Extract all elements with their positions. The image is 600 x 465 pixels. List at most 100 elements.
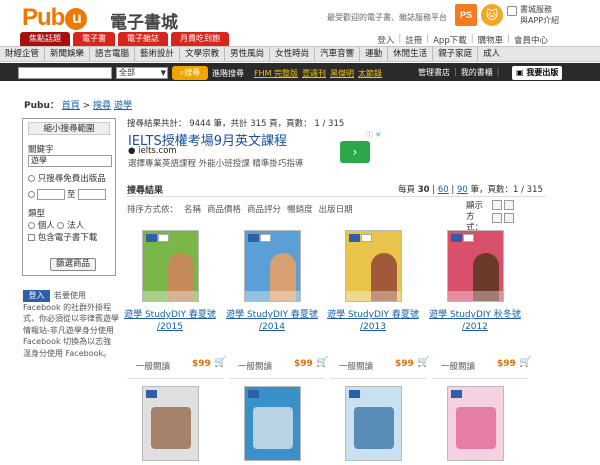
- promo-link[interactable]: 太節錄: [358, 68, 382, 79]
- logo-u-mark: u: [65, 8, 88, 30]
- category-item[interactable]: 男性風尚: [225, 47, 271, 61]
- service-link[interactable]: 書城服務 與APP介紹: [520, 4, 559, 26]
- product-title[interactable]: 遊學 StudyDIY 秋冬號 /2012: [425, 309, 525, 333]
- product-cover[interactable]: [345, 386, 402, 461]
- product-cover[interactable]: [345, 230, 402, 302]
- free-only-option[interactable]: 只搜尋免費出版品: [28, 172, 106, 184]
- add-to-cart-icon[interactable]: 🛒: [417, 357, 429, 368]
- register-link[interactable]: 註冊: [405, 34, 422, 46]
- category-item[interactable]: 汽車音響: [315, 47, 361, 61]
- radio-icon[interactable]: [28, 190, 35, 198]
- sort-rating[interactable]: 商品評分: [247, 203, 281, 215]
- detail-view-icon[interactable]: [504, 213, 514, 223]
- product-cover[interactable]: [142, 230, 199, 302]
- category-item[interactable]: 語言電腦: [90, 47, 136, 61]
- price-min-input[interactable]: [37, 188, 65, 200]
- service-line2: 與APP介紹: [520, 16, 560, 25]
- product-cover[interactable]: [447, 386, 504, 461]
- price-range-option[interactable]: 至: [28, 188, 106, 200]
- product-title[interactable]: 遊學 StudyDIY 春夏號 /2014: [222, 309, 322, 333]
- per-page-30[interactable]: 30: [418, 185, 430, 195]
- product-cover[interactable]: [447, 230, 504, 302]
- category-item[interactable]: 親子家庭: [433, 47, 479, 61]
- ebook-tag-icon: [248, 390, 259, 398]
- tab-ebook[interactable]: 電子書: [73, 32, 115, 46]
- search-input[interactable]: [18, 67, 112, 79]
- category-item[interactable]: 休閒生活: [388, 47, 434, 61]
- ad-info-icon[interactable]: ⓘ ✕: [366, 130, 381, 140]
- member-center-link[interactable]: 會員中心: [514, 34, 548, 46]
- advanced-search-link[interactable]: 進階搜尋: [212, 68, 244, 79]
- per-page-60[interactable]: 60: [438, 185, 449, 195]
- product-title[interactable]: 遊學 StudyDIY 春夏號 /2013: [323, 309, 423, 333]
- radio-icon[interactable]: [28, 222, 35, 229]
- tab-focus[interactable]: 焦點話題: [20, 32, 70, 46]
- sort-label: 排序方式依：: [127, 205, 179, 215]
- breadcrumb-home[interactable]: 首頁: [62, 101, 80, 111]
- category-item[interactable]: 女性時尚: [270, 47, 316, 61]
- category-item[interactable]: 藝術設計: [135, 47, 181, 61]
- my-bookshelf-link[interactable]: 我的書櫃: [461, 67, 493, 78]
- publish-label: 我要出版: [526, 68, 559, 77]
- add-to-cart-icon[interactable]: 🛒: [214, 357, 226, 368]
- breadcrumb-search[interactable]: 搜尋: [93, 101, 111, 111]
- breadcrumb-term[interactable]: 遊學: [114, 101, 132, 111]
- radio-icon[interactable]: [28, 175, 35, 182]
- category-item[interactable]: 成人: [478, 47, 505, 61]
- results-title: 搜尋結果: [127, 186, 164, 196]
- product-price: $99: [192, 359, 211, 369]
- publish-button[interactable]: ▣ 我要出版: [512, 66, 563, 80]
- include-ebook-option[interactable]: 包含電子書下載: [28, 231, 97, 243]
- grid-view-icon[interactable]: [492, 200, 502, 210]
- product-cover[interactable]: [142, 386, 199, 461]
- login-link[interactable]: 登入: [377, 34, 394, 46]
- category-item[interactable]: 財經企管: [0, 47, 46, 61]
- per-page-selector: 每頁 30 | 60 | 90 筆，頁數：1 / 315: [398, 185, 543, 195]
- per-page-90[interactable]: 90: [457, 185, 468, 195]
- manage-store-link[interactable]: 管理書店: [418, 67, 450, 78]
- sort-date[interactable]: 出版日期: [319, 203, 353, 215]
- category-item[interactable]: 新聞娛樂: [45, 47, 91, 61]
- facebook-login-button[interactable]: 登入: [23, 290, 50, 302]
- promo-link[interactable]: 壹週刊: [302, 68, 326, 79]
- divider: [432, 378, 528, 379]
- search-button[interactable]: ⌕搜尋: [172, 66, 208, 80]
- radio-icon[interactable]: [57, 222, 65, 229]
- divider: [127, 196, 546, 197]
- product-cover[interactable]: [244, 386, 301, 461]
- sort-price[interactable]: 商品價格: [207, 203, 241, 215]
- ad-url[interactable]: ● ielts.com: [128, 146, 177, 156]
- list-view-icon[interactable]: [504, 200, 514, 210]
- price-max-input[interactable]: [77, 188, 106, 200]
- cart-link[interactable]: 購物車: [478, 34, 504, 46]
- service-icon[interactable]: [507, 6, 517, 16]
- add-to-cart-icon[interactable]: 🛒: [519, 357, 531, 368]
- ebook-tag-icon: [349, 234, 360, 242]
- app-download-link[interactable]: App下載: [433, 34, 467, 46]
- logo-text: Pub: [22, 4, 65, 31]
- ps-badge-icon[interactable]: PS: [455, 4, 477, 26]
- sort-bestseller[interactable]: 暢銷度: [287, 203, 313, 215]
- product-cover[interactable]: [244, 230, 301, 302]
- mascot-icon[interactable]: 🐱: [481, 4, 503, 26]
- result-summary: 搜尋結果共計： 9444 筆，共計 315 頁，頁數： 1 / 315: [127, 119, 345, 129]
- product-title[interactable]: 遊學 StudyDIY 春夏號 /2015: [120, 309, 220, 333]
- tab-monthly[interactable]: 月費吃到飽: [171, 32, 229, 46]
- search-scope-select[interactable]: 全部 ▼: [116, 67, 168, 79]
- promo-link[interactable]: 黑傑明: [330, 68, 354, 79]
- tab-emagazine[interactable]: 電子雜誌: [118, 32, 168, 46]
- ebook-tag-icon: [451, 390, 462, 398]
- category-item[interactable]: 運動: [360, 47, 389, 61]
- add-to-cart-icon[interactable]: 🛒: [316, 357, 328, 368]
- sort-name[interactable]: 名稱: [184, 203, 201, 215]
- filter-button[interactable]: 篩選商品: [50, 258, 96, 271]
- compact-view-icon[interactable]: [492, 213, 502, 223]
- promo-link[interactable]: FHM 完整版: [254, 68, 298, 79]
- per-page-label: 每頁: [398, 185, 416, 195]
- category-item[interactable]: 文學宗教: [180, 47, 226, 61]
- checkbox-icon[interactable]: [28, 234, 35, 241]
- product-price: $99: [497, 359, 516, 369]
- pubu-logo[interactable]: Pub u: [22, 4, 88, 32]
- keyword-input[interactable]: 遊學: [28, 155, 112, 167]
- ad-arrow-button[interactable]: ›: [340, 141, 370, 163]
